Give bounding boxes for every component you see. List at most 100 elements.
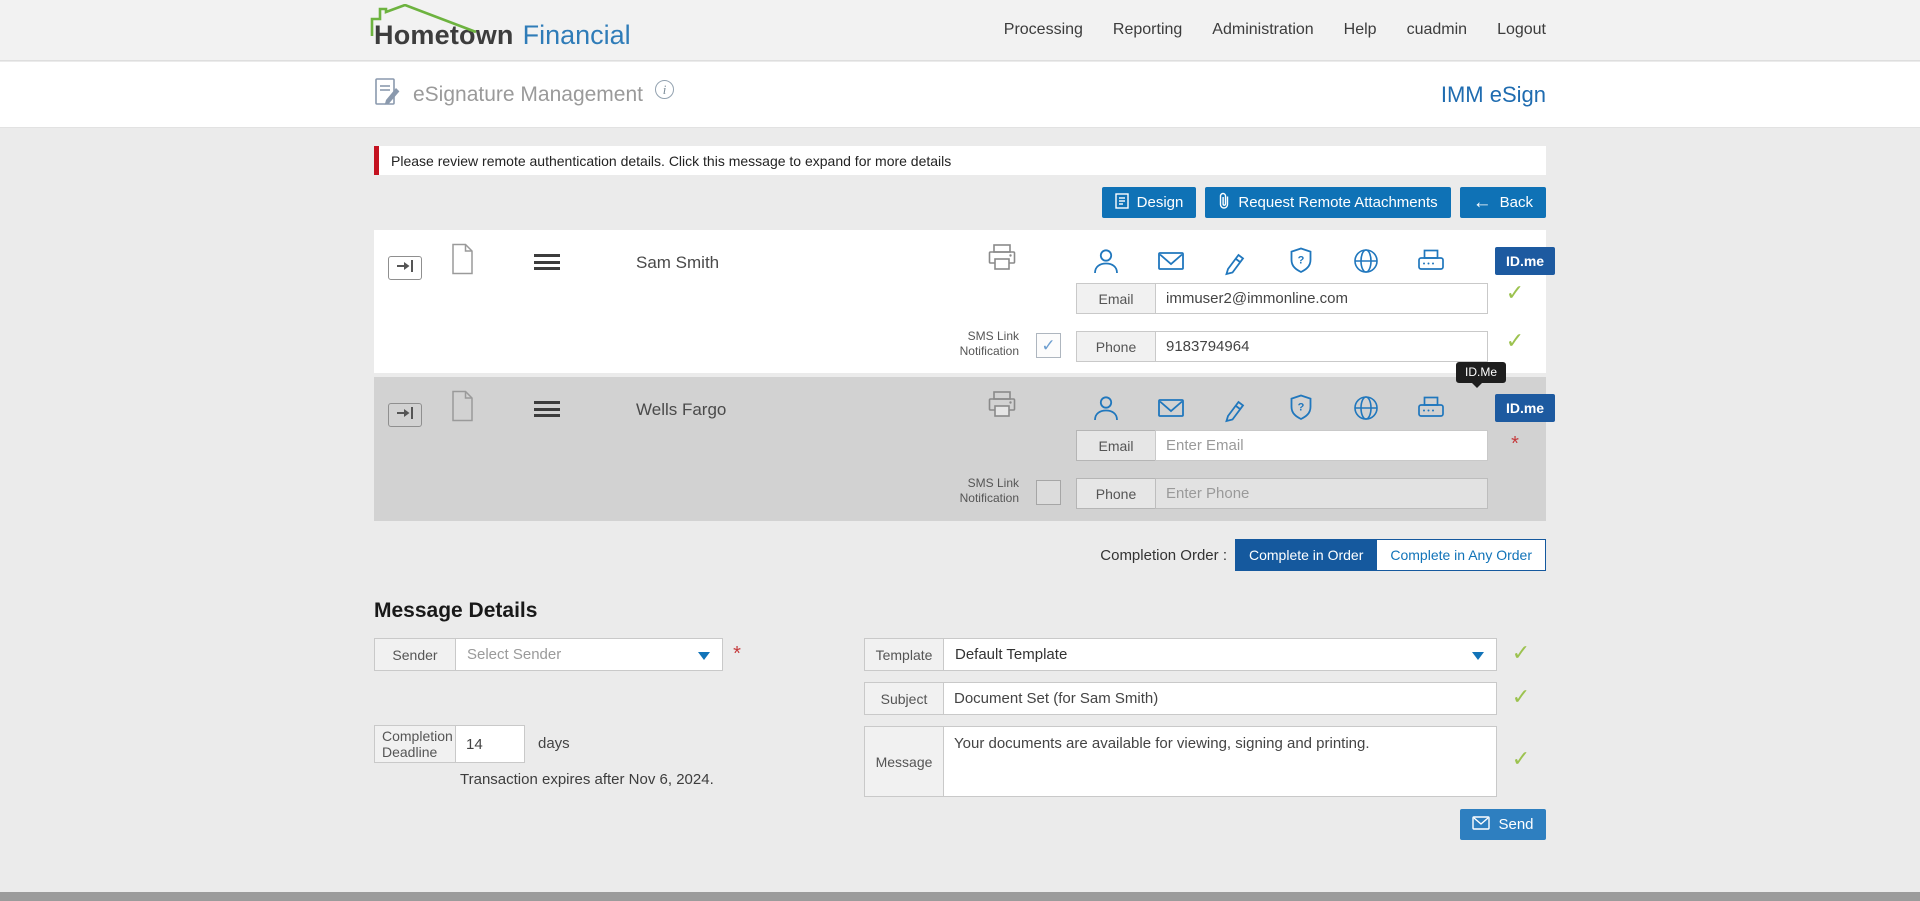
- back-arrow-icon: ←: [1473, 193, 1492, 212]
- phone-valid-check-icon: ✓: [1498, 328, 1532, 354]
- fax-icon[interactable]: [1416, 393, 1446, 423]
- design-icon: [1115, 193, 1129, 213]
- printer-icon[interactable]: [987, 243, 1017, 277]
- design-button-label: Design: [1137, 194, 1184, 211]
- nav-administration[interactable]: Administration: [1212, 21, 1313, 39]
- chevron-down-icon: [1472, 652, 1484, 660]
- idme-badge[interactable]: ID.me: [1495, 394, 1555, 422]
- recipient-name: Wells Fargo: [636, 400, 726, 420]
- sms-link-notification-label: SMS Link Notification: [929, 476, 1019, 506]
- phone-label: Phone: [1076, 331, 1156, 362]
- recipient-card-wells-fargo: ID.Me Wells Fargo: [374, 377, 1546, 521]
- drag-handle-icon[interactable]: [534, 254, 560, 270]
- chevron-down-icon: [698, 652, 710, 660]
- document-icon[interactable]: [450, 390, 475, 427]
- email-auth-icon[interactable]: [1156, 246, 1186, 276]
- signature-pen-icon[interactable]: [1221, 246, 1251, 276]
- back-button[interactable]: ← Back: [1460, 187, 1546, 218]
- paperclip-icon: [1218, 192, 1230, 214]
- sender-dropdown[interactable]: Select Sender: [455, 638, 723, 671]
- arrow-to-bar-icon: [395, 259, 415, 278]
- message-details-form: Sender Select Sender * Completion Deadli…: [374, 638, 1546, 853]
- send-icon: [1472, 816, 1490, 834]
- completion-order-label: Completion Order :: [1100, 547, 1227, 564]
- nav-reporting[interactable]: Reporting: [1113, 21, 1182, 39]
- auth-method-icons: ? ID.me: [1091, 246, 1555, 276]
- signature-pen-icon[interactable]: [1221, 393, 1251, 423]
- auth-method-icons: ? ID.me: [1091, 393, 1555, 423]
- brand-logo: Hometown Financial: [374, 10, 631, 51]
- action-toolbar: Design Request Remote Attachments ← Back: [374, 187, 1546, 218]
- sender-required-asterisk: *: [722, 643, 752, 666]
- nav-username[interactable]: cuadmin: [1407, 21, 1467, 39]
- idme-badge[interactable]: ID.me: [1495, 247, 1555, 275]
- printer-icon[interactable]: [987, 390, 1017, 424]
- main-content: Please review remote authentication deta…: [0, 129, 1920, 901]
- email-input[interactable]: [1155, 430, 1488, 461]
- completion-order-row: Completion Order : Complete in Order Com…: [374, 539, 1546, 571]
- auth-alert-banner[interactable]: Please review remote authentication deta…: [374, 146, 1546, 175]
- sender-dropdown-value: Select Sender: [467, 646, 561, 663]
- expand-recipient-button[interactable]: [388, 256, 422, 280]
- design-button[interactable]: Design: [1102, 187, 1197, 218]
- phone-input[interactable]: [1155, 331, 1488, 362]
- request-remote-attachments-label: Request Remote Attachments: [1238, 194, 1437, 211]
- sms-notification-checkbox[interactable]: [1036, 480, 1061, 505]
- document-icon[interactable]: [450, 243, 475, 280]
- email-label: Email: [1076, 430, 1156, 461]
- nav-logout[interactable]: Logout: [1497, 21, 1546, 39]
- email-required-asterisk: *: [1498, 433, 1532, 456]
- drag-handle-icon[interactable]: [534, 401, 560, 417]
- svg-text:?: ?: [1298, 255, 1305, 267]
- send-button[interactable]: Send: [1460, 809, 1546, 840]
- recipient-name: Sam Smith: [636, 253, 719, 273]
- sender-label: Sender: [374, 638, 456, 671]
- esign-page: Hometown Financial Processing Reporting …: [0, 0, 1920, 901]
- template-valid-check-icon: ✓: [1504, 640, 1538, 666]
- esign-document-icon: [374, 77, 401, 113]
- email-auth-icon[interactable]: [1156, 393, 1186, 423]
- sms-notification-checkbox[interactable]: ✓: [1036, 333, 1061, 358]
- page-header: eSignature Management i IMM eSign: [0, 62, 1920, 128]
- svg-text:?: ?: [1298, 402, 1305, 414]
- email-valid-check-icon: ✓: [1498, 280, 1532, 306]
- subject-input[interactable]: [943, 682, 1497, 715]
- security-question-icon[interactable]: ?: [1286, 246, 1316, 276]
- fax-icon[interactable]: [1416, 246, 1446, 276]
- subject-valid-check-icon: ✓: [1504, 684, 1538, 710]
- web-globe-icon[interactable]: [1351, 393, 1381, 423]
- message-textarea[interactable]: Your documents are available for viewing…: [943, 726, 1497, 797]
- brand-name-secondary: Financial: [523, 20, 631, 51]
- user-icon[interactable]: [1091, 246, 1121, 276]
- expires-note: Transaction expires after Nov 6, 2024.: [460, 771, 714, 788]
- request-remote-attachments-button[interactable]: Request Remote Attachments: [1205, 187, 1450, 218]
- email-label: Email: [1076, 283, 1156, 314]
- expand-recipient-button[interactable]: [388, 403, 422, 427]
- user-icon[interactable]: [1091, 393, 1121, 423]
- template-dropdown[interactable]: Default Template: [943, 638, 1497, 671]
- subject-label: Subject: [864, 682, 944, 715]
- house-logo-icon: [368, 4, 480, 43]
- top-nav-links: Processing Reporting Administration Help…: [1004, 21, 1546, 39]
- web-globe-icon[interactable]: [1351, 246, 1381, 276]
- nav-help[interactable]: Help: [1344, 21, 1377, 39]
- security-question-icon[interactable]: ?: [1286, 393, 1316, 423]
- idme-tooltip: ID.Me: [1456, 362, 1506, 383]
- nav-processing[interactable]: Processing: [1004, 21, 1083, 39]
- message-details-heading: Message Details: [374, 599, 1546, 623]
- completion-deadline-input[interactable]: [455, 725, 525, 763]
- template-label: Template: [864, 638, 944, 671]
- complete-in-any-order-button[interactable]: Complete in Any Order: [1377, 539, 1546, 571]
- message-label: Message: [864, 726, 944, 797]
- phone-label: Phone: [1076, 478, 1156, 509]
- email-input[interactable]: [1155, 283, 1488, 314]
- template-dropdown-value: Default Template: [955, 646, 1067, 663]
- send-button-label: Send: [1498, 816, 1533, 833]
- phone-input[interactable]: [1155, 478, 1488, 509]
- complete-in-order-button[interactable]: Complete in Order: [1235, 539, 1377, 571]
- info-icon[interactable]: i: [655, 80, 674, 99]
- footer-strip: [0, 892, 1920, 901]
- deadline-unit-label: days: [538, 725, 570, 763]
- arrow-to-bar-icon: [395, 406, 415, 425]
- top-navigation-bar: Hometown Financial Processing Reporting …: [0, 0, 1920, 61]
